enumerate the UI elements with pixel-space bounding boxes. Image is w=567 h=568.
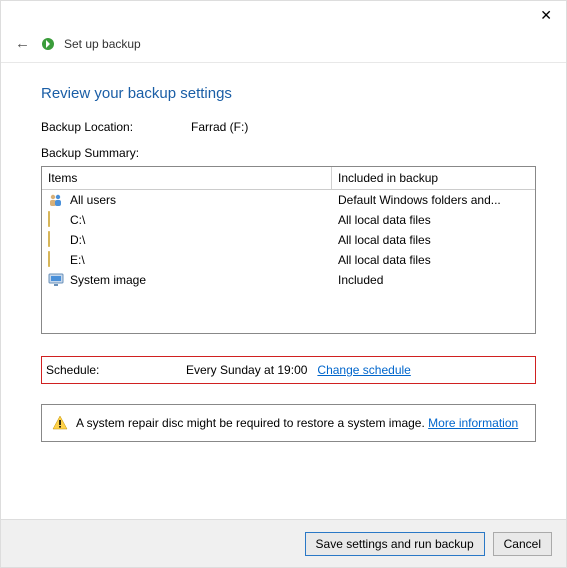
- page-heading: Review your backup settings: [41, 85, 536, 102]
- table-row[interactable]: System image Included: [42, 270, 535, 290]
- monitor-icon: [48, 272, 64, 288]
- close-icon[interactable]: ✕: [532, 5, 560, 26]
- save-run-button[interactable]: Save settings and run backup: [305, 532, 485, 556]
- window-title: Set up backup: [64, 37, 141, 51]
- table-row[interactable]: C:\ All local data files: [42, 210, 535, 230]
- item-name: System image: [70, 273, 146, 287]
- change-schedule-link[interactable]: Change schedule: [317, 363, 410, 377]
- backup-location-value: Farrad (F:): [191, 120, 248, 134]
- item-name: D:\: [70, 233, 85, 247]
- item-included: All local data files: [328, 253, 535, 267]
- backup-location-label: Backup Location:: [41, 120, 191, 134]
- backup-summary-label: Backup Summary:: [41, 146, 536, 160]
- item-included: All local data files: [328, 233, 535, 247]
- items-list: Items Included in backup All users Defaul…: [41, 166, 536, 334]
- warning-icon: [52, 415, 68, 431]
- info-text: A system repair disc might be required t…: [76, 416, 518, 430]
- folder-icon: [48, 252, 64, 268]
- table-row[interactable]: D:\ All local data files: [42, 230, 535, 250]
- schedule-value: Every Sunday at 19:00: [186, 363, 307, 377]
- info-box: A system repair disc might be required t…: [41, 404, 536, 442]
- table-row[interactable]: All users Default Windows folders and...: [42, 190, 535, 210]
- item-included: Default Windows folders and...: [328, 193, 535, 207]
- cancel-button[interactable]: Cancel: [493, 532, 552, 556]
- backup-icon: [40, 36, 56, 52]
- item-included: Included: [328, 273, 535, 287]
- folder-icon: [48, 232, 64, 248]
- back-arrow-icon[interactable]: ←: [15, 35, 30, 52]
- people-icon: [48, 192, 64, 208]
- column-included[interactable]: Included in backup: [332, 167, 535, 189]
- folder-icon: [48, 212, 64, 228]
- column-items[interactable]: Items: [42, 167, 332, 189]
- schedule-label: Schedule:: [46, 363, 186, 377]
- more-info-link[interactable]: More information: [428, 416, 518, 430]
- item-name: C:\: [70, 213, 85, 227]
- item-name: All users: [70, 193, 116, 207]
- item-included: All local data files: [328, 213, 535, 227]
- schedule-row: Schedule: Every Sunday at 19:00 Change s…: [41, 356, 536, 384]
- item-name: E:\: [70, 253, 85, 267]
- table-row[interactable]: E:\ All local data files: [42, 250, 535, 270]
